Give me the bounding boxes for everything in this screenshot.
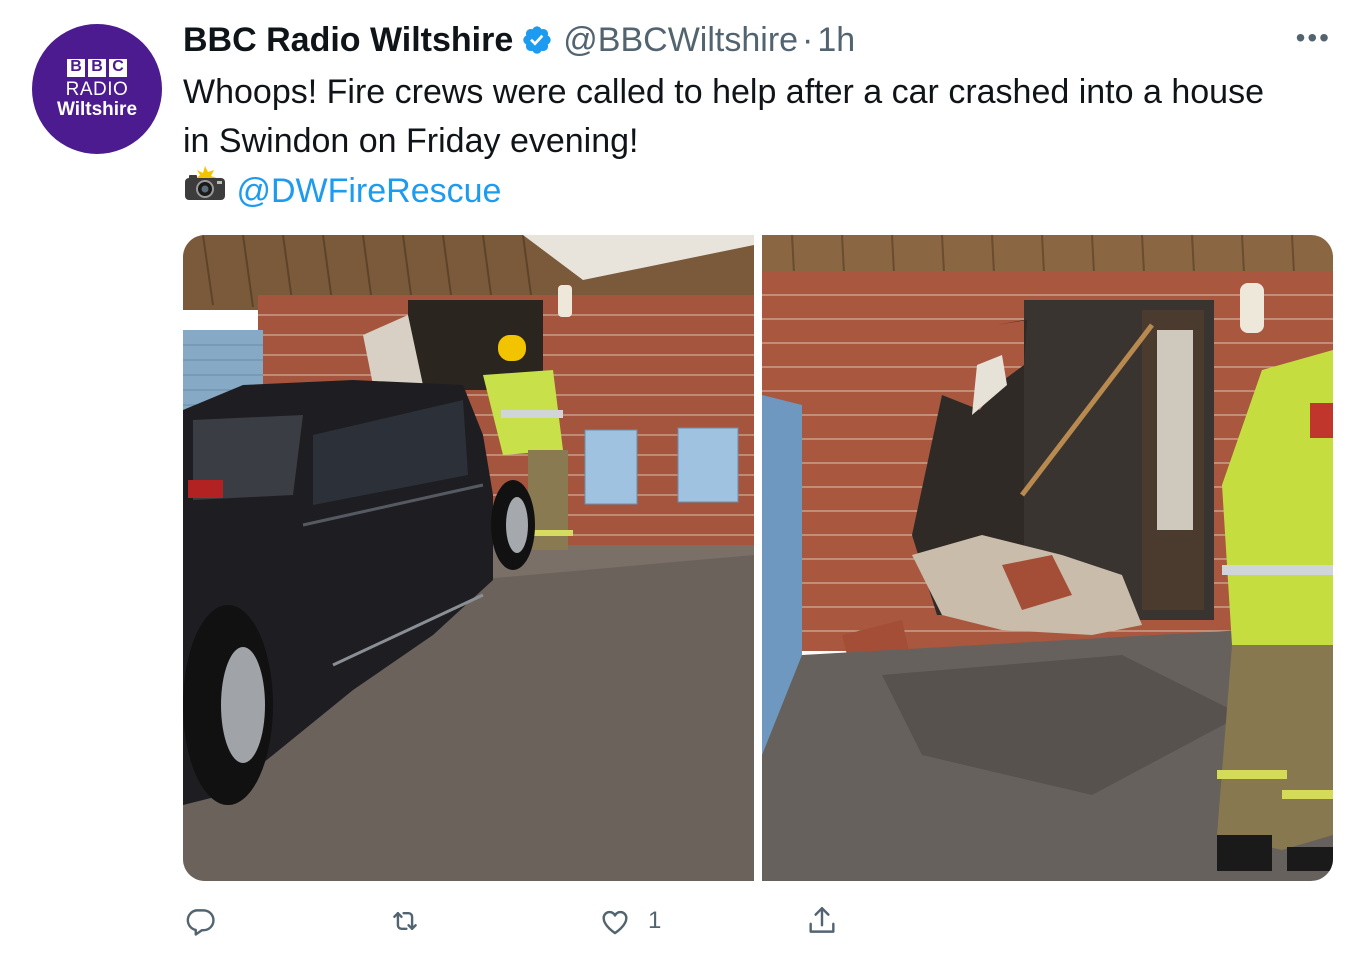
bbc-logo-letter: B xyxy=(88,58,106,77)
tweet-text: Whoops! Fire crews were called to help a… xyxy=(183,68,1343,216)
bbc-logo: B B C xyxy=(67,58,127,77)
retweet-icon xyxy=(393,912,417,930)
share-button[interactable] xyxy=(805,898,839,944)
mention-link[interactable]: @DWFireRescue xyxy=(236,172,501,210)
handle[interactable]: @BBCWiltshire xyxy=(563,21,798,60)
retweet-button[interactable] xyxy=(388,898,422,944)
like-count: 1 xyxy=(648,907,662,934)
verified-badge-icon xyxy=(523,26,551,54)
share-icon xyxy=(809,907,835,933)
timestamp[interactable]: 1h xyxy=(817,21,855,60)
reply-button[interactable] xyxy=(183,898,217,944)
avatar-station-text: Wiltshire xyxy=(56,98,138,120)
heart-icon xyxy=(602,910,628,935)
separator: · xyxy=(802,20,814,59)
tweet-text-line: Whoops! Fire crews were called to help a… xyxy=(183,73,1264,111)
reply-icon xyxy=(186,909,215,936)
more-options-icon[interactable]: ••• xyxy=(1296,24,1331,52)
credit-line: @DWFireRescue xyxy=(183,166,1343,216)
damaged-wall-photo[interactable] xyxy=(762,235,1333,881)
tweet-header: BBC Radio Wiltshire @BBCWiltshire · 1h xyxy=(183,18,855,62)
bbc-logo-letter: B xyxy=(67,58,85,77)
tweet-actions: 1 xyxy=(183,898,863,944)
media-grid xyxy=(183,235,1333,881)
tweet-text-line: in Swindon on Friday evening! xyxy=(183,122,639,160)
avatar-radio-text: RADIO xyxy=(65,78,129,100)
like-button[interactable]: 1 xyxy=(598,898,661,944)
tweet: B B C RADIO Wiltshire BBC Radio Wiltshir… xyxy=(0,0,1357,956)
display-name[interactable]: BBC Radio Wiltshire xyxy=(183,21,513,60)
car-crashed-into-house-photo[interactable] xyxy=(183,235,754,881)
bbc-logo-letter: C xyxy=(109,58,127,77)
camera-with-flash-icon xyxy=(185,166,225,200)
avatar[interactable]: B B C RADIO Wiltshire xyxy=(32,24,162,154)
